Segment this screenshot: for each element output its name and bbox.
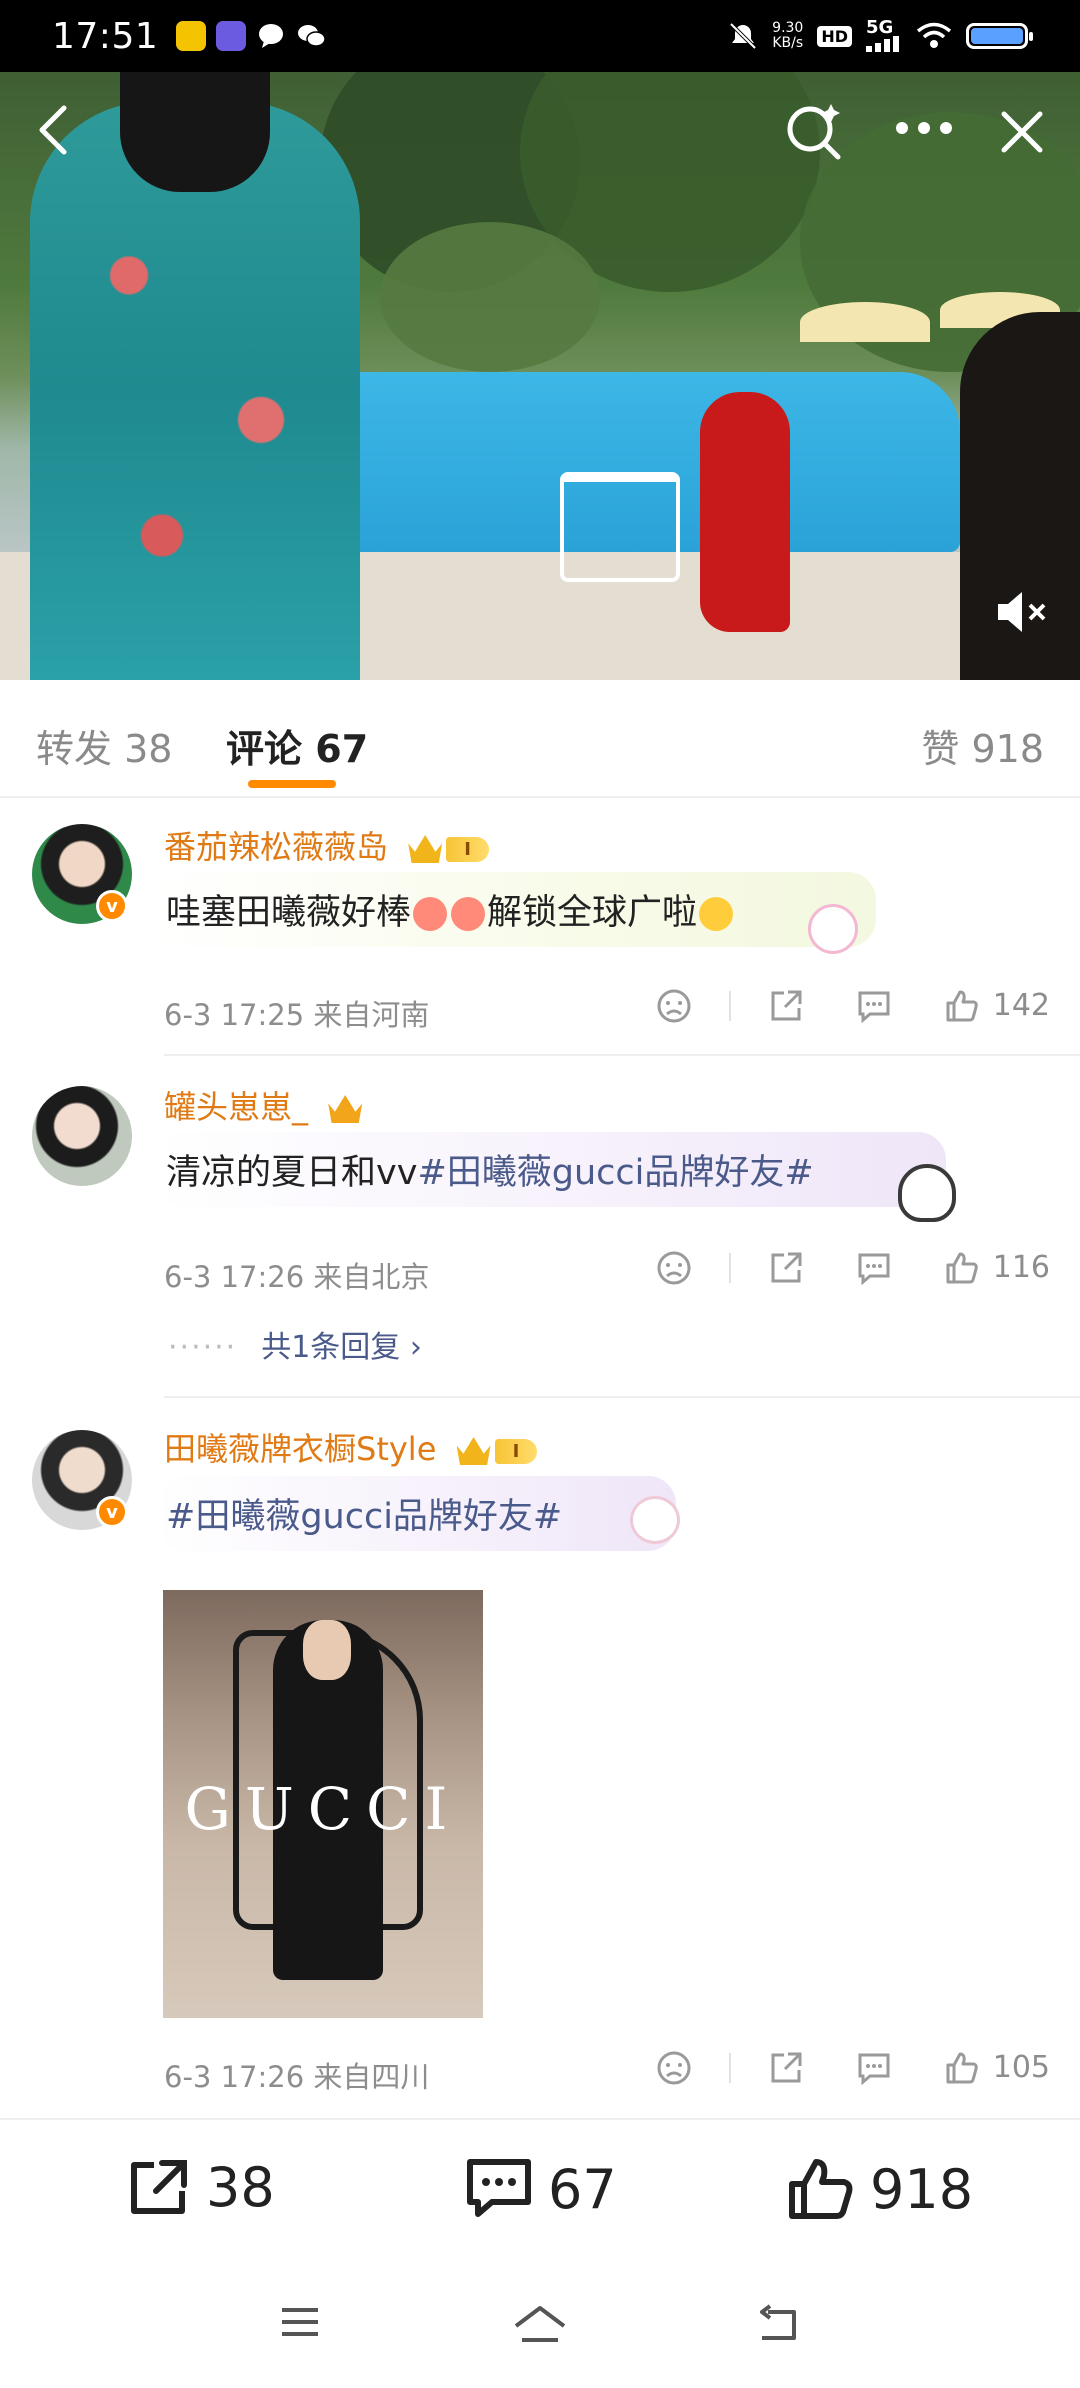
back-nav-icon[interactable] xyxy=(754,2304,802,2344)
battery-icon xyxy=(966,23,1033,49)
home-icon[interactable] xyxy=(512,2304,568,2344)
vip-crown-icon xyxy=(328,1095,363,1123)
avatar[interactable] xyxy=(32,1086,132,1186)
dislike-icon[interactable] xyxy=(655,2051,693,2085)
app-notification-icon xyxy=(216,21,247,51)
wechat-notification-icon xyxy=(296,21,326,51)
verified-badge-icon: v xyxy=(96,1496,128,1528)
bunny-sticker-icon xyxy=(808,904,858,954)
signal-icon: 5G xyxy=(866,19,902,52)
wifi-icon xyxy=(916,22,952,48)
hashtag-link[interactable]: #田曦薇gucci品牌好友# xyxy=(166,1497,562,1537)
gucci-logo: GUCCI xyxy=(184,1775,462,1843)
comment-divider xyxy=(164,1054,1080,1056)
like-count: 142 xyxy=(992,988,1050,1023)
comment-divider xyxy=(164,1396,1080,1398)
vip-crown-icon: I xyxy=(408,835,489,863)
mute-icon xyxy=(729,22,757,50)
emoji-icon xyxy=(451,897,486,931)
volume-muted-icon[interactable] xyxy=(994,590,1048,634)
status-time: 17:51 xyxy=(52,15,159,57)
comment-meta: 6-3 17:26 来自四川 xyxy=(164,2060,430,2094)
comment-text: 哇塞田曦薇好棒 解锁全球广啦 xyxy=(156,872,876,947)
sticker-icon xyxy=(630,1496,680,1544)
like-icon[interactable] xyxy=(943,2051,981,2085)
tab-comments[interactable]: 评论 67 xyxy=(226,718,368,773)
tab-likes[interactable]: 赞 918 xyxy=(921,718,1044,773)
emoji-icon xyxy=(413,897,448,931)
bottom-action-bar: 38 67 918 xyxy=(0,2118,1080,2268)
active-tab-indicator xyxy=(248,780,336,788)
net-speed: 9.30 KB/s xyxy=(772,20,804,51)
like-button[interactable]: 918 xyxy=(786,2156,973,2222)
hd-badge: HD xyxy=(817,25,852,47)
repost-icon xyxy=(131,2159,187,2214)
comment-meta: 6-3 17:26 来自北京 xyxy=(164,1260,430,1294)
comment-icon[interactable] xyxy=(855,1251,893,1285)
tongue-emoji-icon xyxy=(699,897,734,931)
comment-meta: 6-3 17:25 来自河南 xyxy=(164,998,430,1032)
hashtag-link[interactable]: #田曦薇gucci品牌好友# xyxy=(417,1153,813,1193)
comment-item: v 番茄辣松薇薇岛 I 哇塞田曦薇好棒 解锁全球广啦 6-3 17:25 来自河南… xyxy=(0,800,1080,1056)
comment-username[interactable]: 罐头崽崽_ xyxy=(164,1082,363,1128)
comment-item: v 田曦薇牌衣橱Style I #田曦薇gucci品牌好友# GUCCI 6-3… xyxy=(0,1400,1080,2116)
back-icon[interactable] xyxy=(30,102,80,158)
weibo-notification-icon xyxy=(176,21,207,51)
repost-button[interactable]: 38 xyxy=(126,2156,275,2219)
status-bar: 17:51 9.30 KB/s HD 5G xyxy=(0,0,1080,72)
dislike-icon[interactable] xyxy=(655,989,693,1023)
video-player[interactable] xyxy=(0,72,1080,680)
dislike-icon[interactable] xyxy=(655,1251,693,1285)
search-icon[interactable] xyxy=(784,102,844,162)
like-icon[interactable] xyxy=(943,989,981,1023)
divider xyxy=(728,2052,731,2083)
view-replies-link[interactable]: ······ 共1条回复 › xyxy=(168,1322,422,1366)
system-nav-bar xyxy=(0,2268,1080,2388)
comment-text: 清凉的夏日和vv#田曦薇gucci品牌好友# xyxy=(156,1132,946,1207)
close-icon[interactable] xyxy=(998,108,1046,156)
more-options-icon[interactable] xyxy=(894,120,954,136)
like-count: 116 xyxy=(992,1250,1050,1285)
repost-icon[interactable] xyxy=(767,2051,805,2085)
post-tabs: 转发 38 评论 67 赞 918 xyxy=(0,680,1080,798)
comment-item: 罐头崽崽_ 清凉的夏日和vv#田曦薇gucci品牌好友# 6-3 17:26 来… xyxy=(0,1058,1080,1398)
tab-repost[interactable]: 转发 38 xyxy=(36,718,172,773)
repost-icon[interactable] xyxy=(767,1251,805,1285)
vip-crown-icon: I xyxy=(456,1437,538,1465)
message-notification-icon xyxy=(256,21,286,51)
comment-username[interactable]: 番茄辣松薇薇岛 I xyxy=(164,822,489,868)
comment-image[interactable]: GUCCI xyxy=(163,1590,483,2018)
comment-icon[interactable] xyxy=(855,2051,893,2085)
comment-button[interactable]: 67 xyxy=(464,2156,617,2222)
menu-icon[interactable] xyxy=(278,2304,322,2340)
comment-icon xyxy=(467,2159,531,2217)
like-icon[interactable] xyxy=(943,1251,981,1285)
verified-badge-icon: v xyxy=(96,890,128,922)
like-icon xyxy=(789,2159,853,2219)
repost-icon[interactable] xyxy=(767,989,805,1023)
divider xyxy=(728,990,731,1021)
kuromi-sticker-icon xyxy=(898,1164,956,1222)
comment-username[interactable]: 田曦薇牌衣橱Style I xyxy=(164,1424,538,1470)
comment-icon[interactable] xyxy=(855,989,893,1023)
comment-text: #田曦薇gucci品牌好友# xyxy=(156,1476,676,1551)
divider xyxy=(728,1252,731,1283)
like-count: 105 xyxy=(992,2050,1050,2085)
